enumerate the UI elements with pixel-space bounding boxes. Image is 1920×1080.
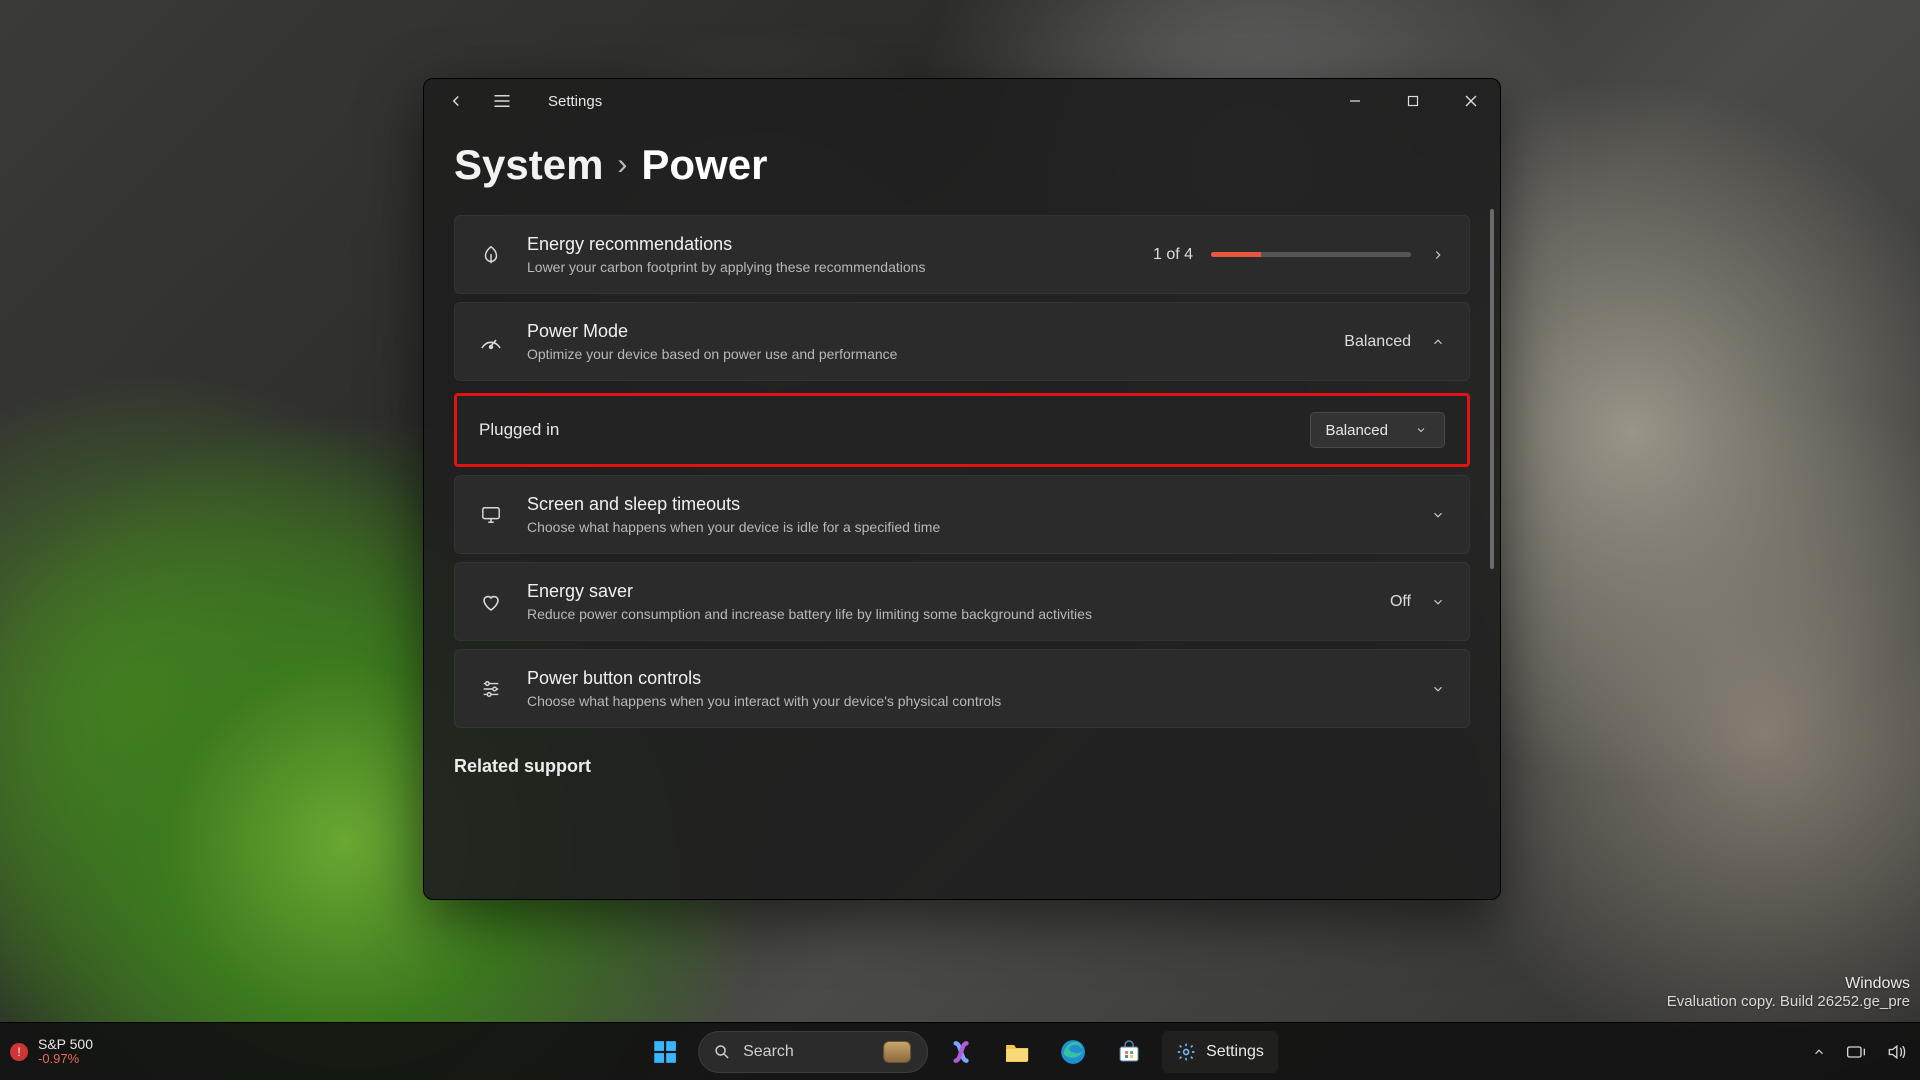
plugged-in-label: Plugged in xyxy=(479,420,1310,440)
gauge-icon xyxy=(477,332,505,352)
card-energy-saver[interactable]: Energy saver Reduce power consumption an… xyxy=(454,562,1470,641)
card-title: Energy recommendations xyxy=(527,234,1131,255)
card-screen-sleep[interactable]: Screen and sleep timeouts Choose what ha… xyxy=(454,475,1470,554)
card-power-mode[interactable]: Power Mode Optimize your device based on… xyxy=(454,302,1470,381)
taskbar-copilot[interactable] xyxy=(938,1029,984,1075)
card-title: Energy saver xyxy=(527,581,1368,602)
settings-window: Settings System › Power xyxy=(423,78,1501,900)
breadcrumb: System › Power xyxy=(454,141,1470,189)
widgets-button[interactable]: ! S&P 500 -0.97% xyxy=(0,1037,93,1067)
watermark-line1: Windows xyxy=(1667,975,1910,993)
taskbar-explorer[interactable] xyxy=(994,1029,1040,1075)
taskbar-search[interactable]: Search xyxy=(698,1031,928,1073)
row-plugged-in: Plugged in Balanced xyxy=(457,396,1467,464)
card-title: Power button controls xyxy=(527,668,1407,689)
heart-leaf-icon xyxy=(477,592,505,612)
search-icon xyxy=(713,1043,731,1061)
breadcrumb-parent[interactable]: System xyxy=(454,141,603,189)
settings-content: System › Power Energy recommendations Lo… xyxy=(424,123,1500,899)
taskbar-app-label: Settings xyxy=(1206,1043,1264,1061)
highlight-annotation: Plugged in Balanced xyxy=(454,393,1470,467)
search-placeholder: Search xyxy=(743,1043,871,1061)
start-button[interactable] xyxy=(642,1029,688,1075)
progress-label: 1 of 4 xyxy=(1153,246,1193,264)
window-title: Settings xyxy=(548,93,602,110)
tray-network-icon[interactable] xyxy=(1846,1043,1866,1061)
scrollbar-thumb[interactable] xyxy=(1490,209,1494,569)
search-highlight-icon xyxy=(883,1041,911,1063)
chevron-down-icon xyxy=(1429,506,1447,524)
card-energy-recommendations[interactable]: Energy recommendations Lower your carbon… xyxy=(454,215,1470,294)
plugged-in-dropdown[interactable]: Balanced xyxy=(1310,412,1445,448)
taskbar-app-settings[interactable]: Settings xyxy=(1162,1031,1278,1073)
dropdown-value: Balanced xyxy=(1325,422,1388,439)
taskbar-store[interactable] xyxy=(1106,1029,1152,1075)
card-subtitle: Lower your carbon footprint by applying … xyxy=(527,259,1131,275)
window-maximize[interactable] xyxy=(1384,79,1442,123)
chevron-down-icon xyxy=(1412,421,1430,439)
taskbar: ! S&P 500 -0.97% Search xyxy=(0,1022,1920,1080)
sliders-icon xyxy=(477,679,505,699)
window-minimize[interactable] xyxy=(1326,79,1384,123)
progress-bar xyxy=(1211,252,1411,257)
monitor-icon xyxy=(477,505,505,525)
card-subtitle: Reduce power consumption and increase ba… xyxy=(527,606,1368,622)
tray-overflow[interactable] xyxy=(1812,1045,1826,1059)
card-title: Power Mode xyxy=(527,321,1322,342)
nav-menu-button[interactable] xyxy=(488,87,516,115)
breadcrumb-current: Power xyxy=(641,141,767,189)
titlebar: Settings xyxy=(424,79,1500,123)
gear-icon xyxy=(1176,1042,1196,1062)
desktop: Settings System › Power xyxy=(0,0,1920,1080)
widget-badge-icon: ! xyxy=(10,1043,28,1061)
breadcrumb-separator-icon: › xyxy=(617,150,627,180)
chevron-up-icon xyxy=(1429,333,1447,351)
chevron-right-icon xyxy=(1429,246,1447,264)
tray-volume-icon[interactable] xyxy=(1886,1043,1906,1061)
activation-watermark: Windows Evaluation copy. Build 26252.ge_… xyxy=(1667,975,1910,1010)
energy-saver-value: Off xyxy=(1390,593,1411,611)
card-subtitle: Choose what happens when you interact wi… xyxy=(527,693,1407,709)
back-button[interactable] xyxy=(442,87,470,115)
card-subtitle: Optimize your device based on power use … xyxy=(527,346,1322,362)
chevron-down-icon xyxy=(1429,680,1447,698)
window-close[interactable] xyxy=(1442,79,1500,123)
chevron-down-icon xyxy=(1429,593,1447,611)
taskbar-edge[interactable] xyxy=(1050,1029,1096,1075)
widget-title: S&P 500 xyxy=(38,1037,93,1052)
power-mode-value: Balanced xyxy=(1344,333,1411,351)
watermark-line2: Evaluation copy. Build 26252.ge_pre xyxy=(1667,993,1910,1010)
card-power-button-controls[interactable]: Power button controls Choose what happen… xyxy=(454,649,1470,728)
related-support-heading: Related support xyxy=(454,756,1470,777)
card-title: Screen and sleep timeouts xyxy=(527,494,1407,515)
leaf-icon xyxy=(477,244,505,266)
widget-change: -0.97% xyxy=(38,1052,93,1066)
card-subtitle: Choose what happens when your device is … xyxy=(527,519,1407,535)
